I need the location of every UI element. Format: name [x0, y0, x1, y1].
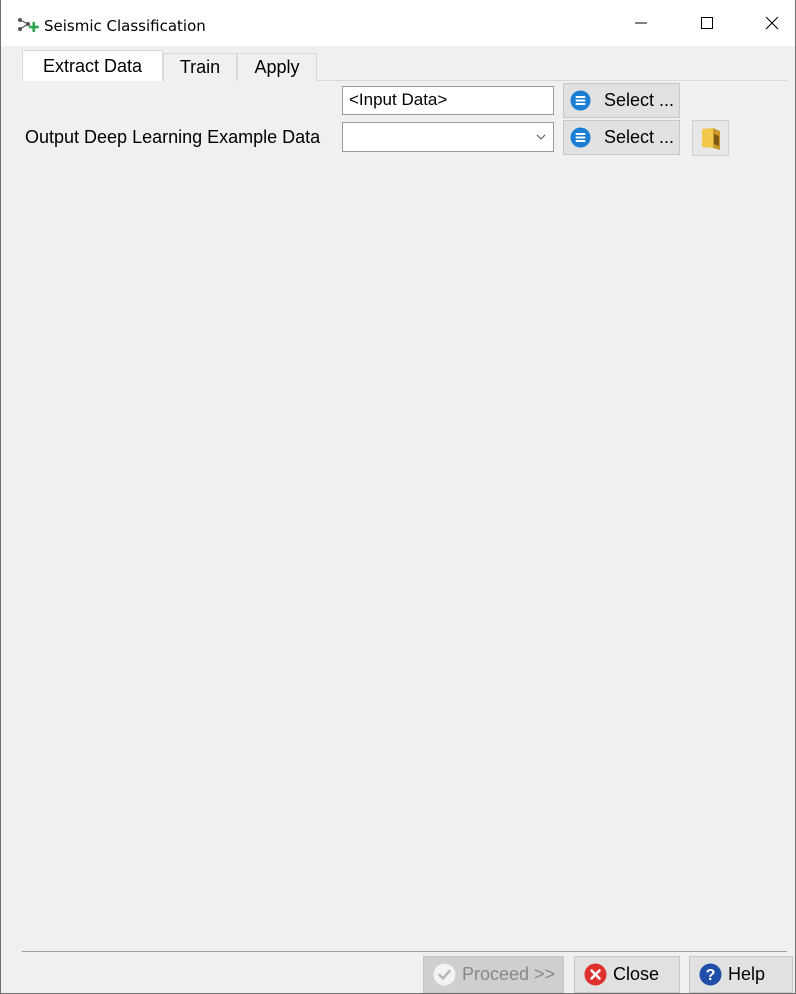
- input-data-field[interactable]: <Input Data>: [342, 86, 554, 115]
- select-output-button[interactable]: Select ...: [563, 120, 680, 155]
- tab-extract-data[interactable]: Extract Data: [22, 50, 163, 81]
- maximize-button[interactable]: [684, 0, 730, 46]
- title-bar[interactable]: Seismic Classification: [1, 0, 795, 46]
- help-label: Help: [728, 964, 766, 984]
- select-input-button[interactable]: Select ...: [563, 83, 680, 118]
- browse-folder-button[interactable]: [692, 120, 729, 156]
- seismic-classification-icon: [18, 18, 39, 32]
- close-window-button[interactable]: [749, 0, 795, 46]
- list-icon: [570, 127, 591, 148]
- window-title: Seismic Classification: [44, 17, 206, 35]
- select-input-label: Select ...: [604, 90, 675, 110]
- output-data-combobox[interactable]: [342, 122, 554, 152]
- svg-text:?: ?: [706, 967, 716, 984]
- close-label: Close: [613, 964, 660, 984]
- output-data-label: Output Deep Learning Example Data: [25, 127, 321, 147]
- proceed-label: Proceed >>: [462, 964, 556, 984]
- minimize-button[interactable]: [618, 0, 664, 46]
- chevron-down-icon: [536, 134, 546, 140]
- minimize-icon: [635, 22, 647, 24]
- tab-apply[interactable]: Apply: [237, 53, 317, 81]
- seismic-classification-window: Seismic Classification Extract Data Trai…: [0, 0, 796, 994]
- tab-bar: Extract Data Train Apply: [22, 50, 788, 81]
- list-icon: [570, 90, 591, 111]
- help-icon: ?: [699, 963, 722, 986]
- proceed-button[interactable]: Proceed >>: [423, 956, 564, 993]
- close-button[interactable]: Close: [574, 956, 680, 993]
- close-x-icon: [584, 963, 607, 986]
- folder-icon: [701, 128, 720, 150]
- footer-divider: [22, 951, 787, 952]
- select-output-label: Select ...: [604, 127, 675, 147]
- tab-train[interactable]: Train: [163, 53, 237, 81]
- checkmark-icon: [433, 963, 456, 986]
- maximize-icon: [701, 17, 713, 29]
- close-icon: [765, 16, 779, 30]
- help-button[interactable]: ? Help: [689, 956, 793, 993]
